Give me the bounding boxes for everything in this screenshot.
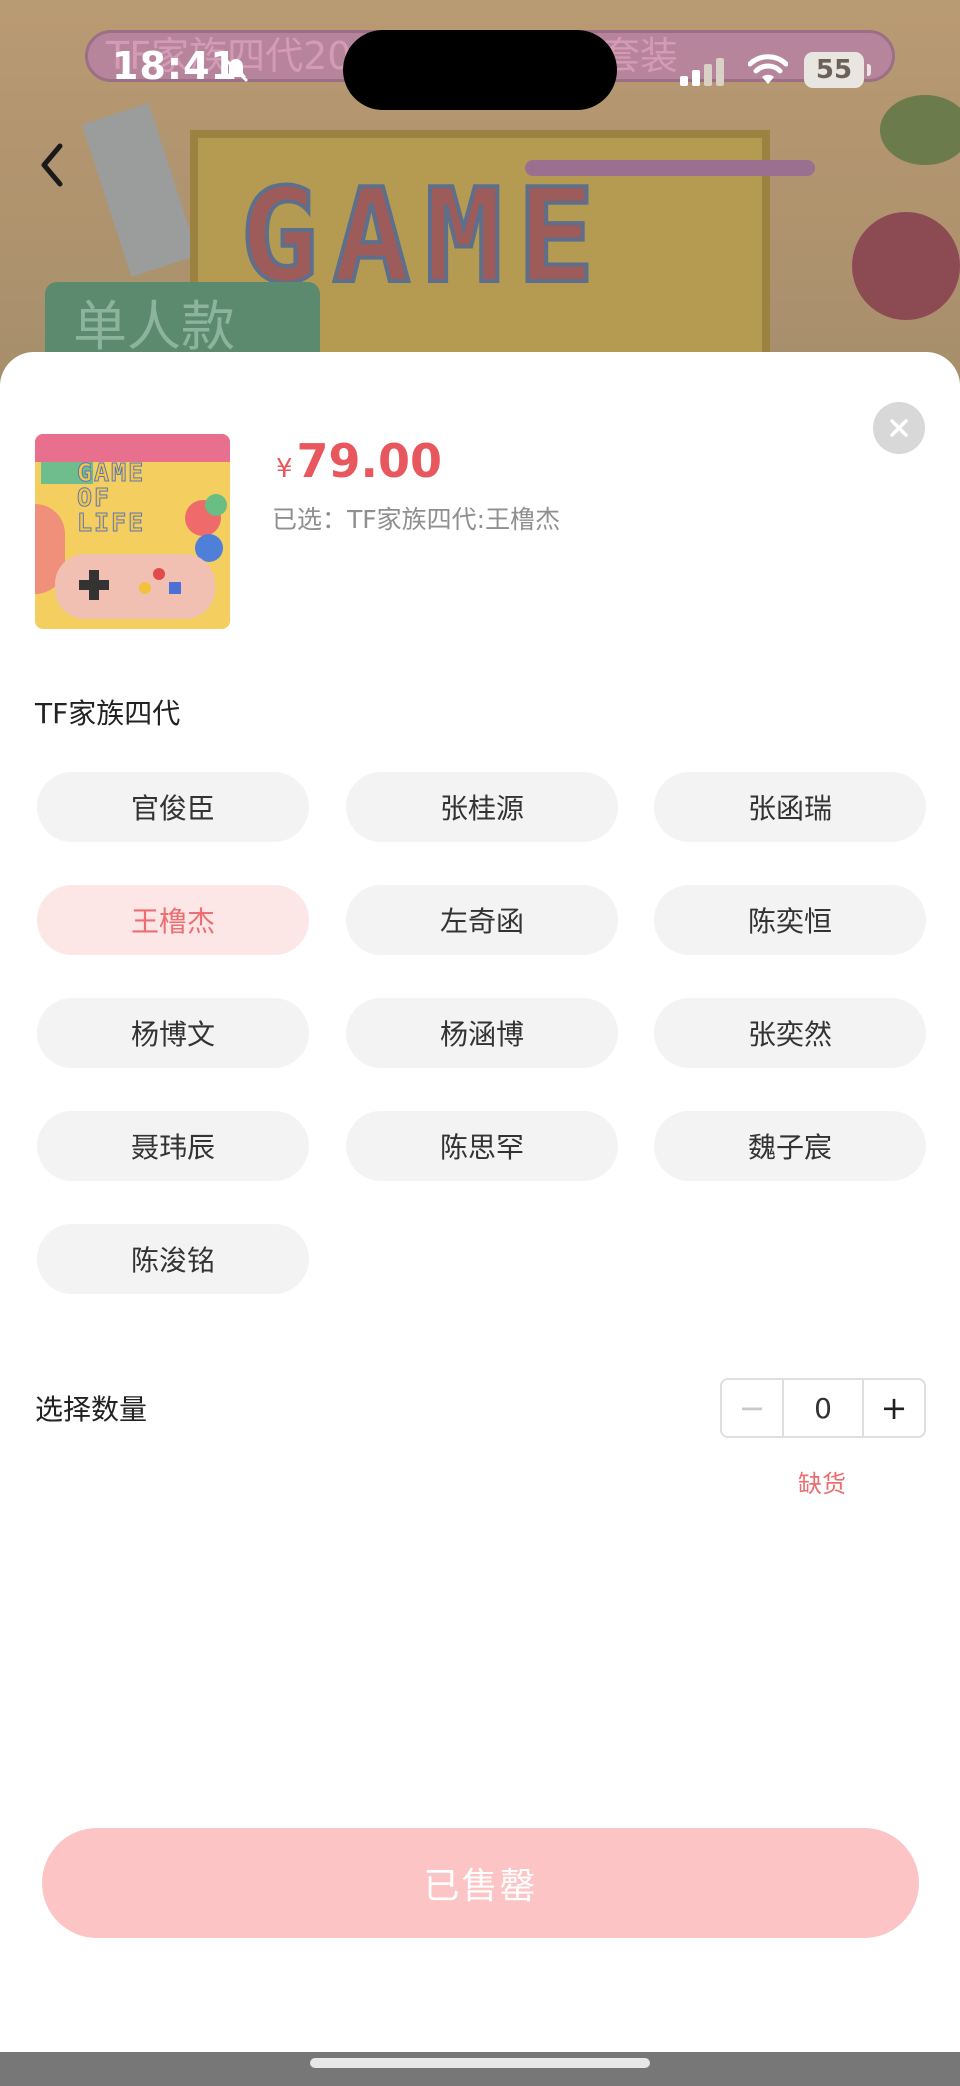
- close-button[interactable]: [873, 402, 925, 454]
- variant-option[interactable]: 张桂源: [346, 772, 618, 842]
- increase-quantity-button[interactable]: +: [862, 1380, 924, 1436]
- variant-option[interactable]: 杨博文: [37, 998, 309, 1068]
- hero-decoration: [852, 212, 960, 320]
- variant-option[interactable]: 张奕然: [654, 998, 926, 1068]
- quantity-label: 选择数量: [35, 1393, 148, 1426]
- wifi-icon: [748, 54, 788, 84]
- status-time: 18:41: [112, 44, 238, 88]
- product-price: ¥79.00: [276, 434, 442, 488]
- back-arrow-icon[interactable]: [38, 142, 66, 188]
- sold-out-button[interactable]: 已售罄: [42, 1828, 919, 1938]
- variant-group-title: TF家族四代: [35, 697, 181, 730]
- hero-decoration: [880, 95, 960, 165]
- decrease-quantity-button[interactable]: −: [722, 1380, 784, 1436]
- thumbnail-title: GAME OF LIFE: [76, 458, 146, 537]
- currency-symbol: ¥: [276, 454, 293, 484]
- dynamic-island: [343, 30, 617, 110]
- variant-option[interactable]: 陈思罕: [346, 1111, 618, 1181]
- home-indicator[interactable]: [310, 2058, 650, 2068]
- bell-muted-icon: [223, 57, 249, 83]
- variant-option[interactable]: 聂玮辰: [37, 1111, 309, 1181]
- variant-option[interactable]: 陈奕恒: [654, 885, 926, 955]
- cellular-signal-icon: [680, 58, 724, 86]
- price-value: 79.00: [296, 434, 443, 488]
- battery-indicator: 55: [804, 52, 871, 88]
- selected-variant-text: 已选：TF家族四代:王橹杰: [272, 505, 561, 534]
- variant-option[interactable]: 陈浚铭: [37, 1224, 309, 1294]
- close-icon: [890, 419, 908, 437]
- variant-option[interactable]: 王橹杰: [37, 885, 309, 955]
- variant-option[interactable]: 魏子宸: [654, 1111, 926, 1181]
- quantity-stepper: − 0 +: [720, 1378, 926, 1438]
- variant-option[interactable]: 官俊臣: [37, 772, 309, 842]
- quantity-value[interactable]: 0: [784, 1380, 862, 1436]
- variant-option[interactable]: 张函瑞: [654, 772, 926, 842]
- product-thumbnail: GAME OF LIFE: [35, 434, 230, 629]
- variant-option[interactable]: 杨涵博: [346, 998, 618, 1068]
- variant-option[interactable]: 左奇函: [346, 885, 618, 955]
- stock-status: 缺货: [798, 1470, 846, 1498]
